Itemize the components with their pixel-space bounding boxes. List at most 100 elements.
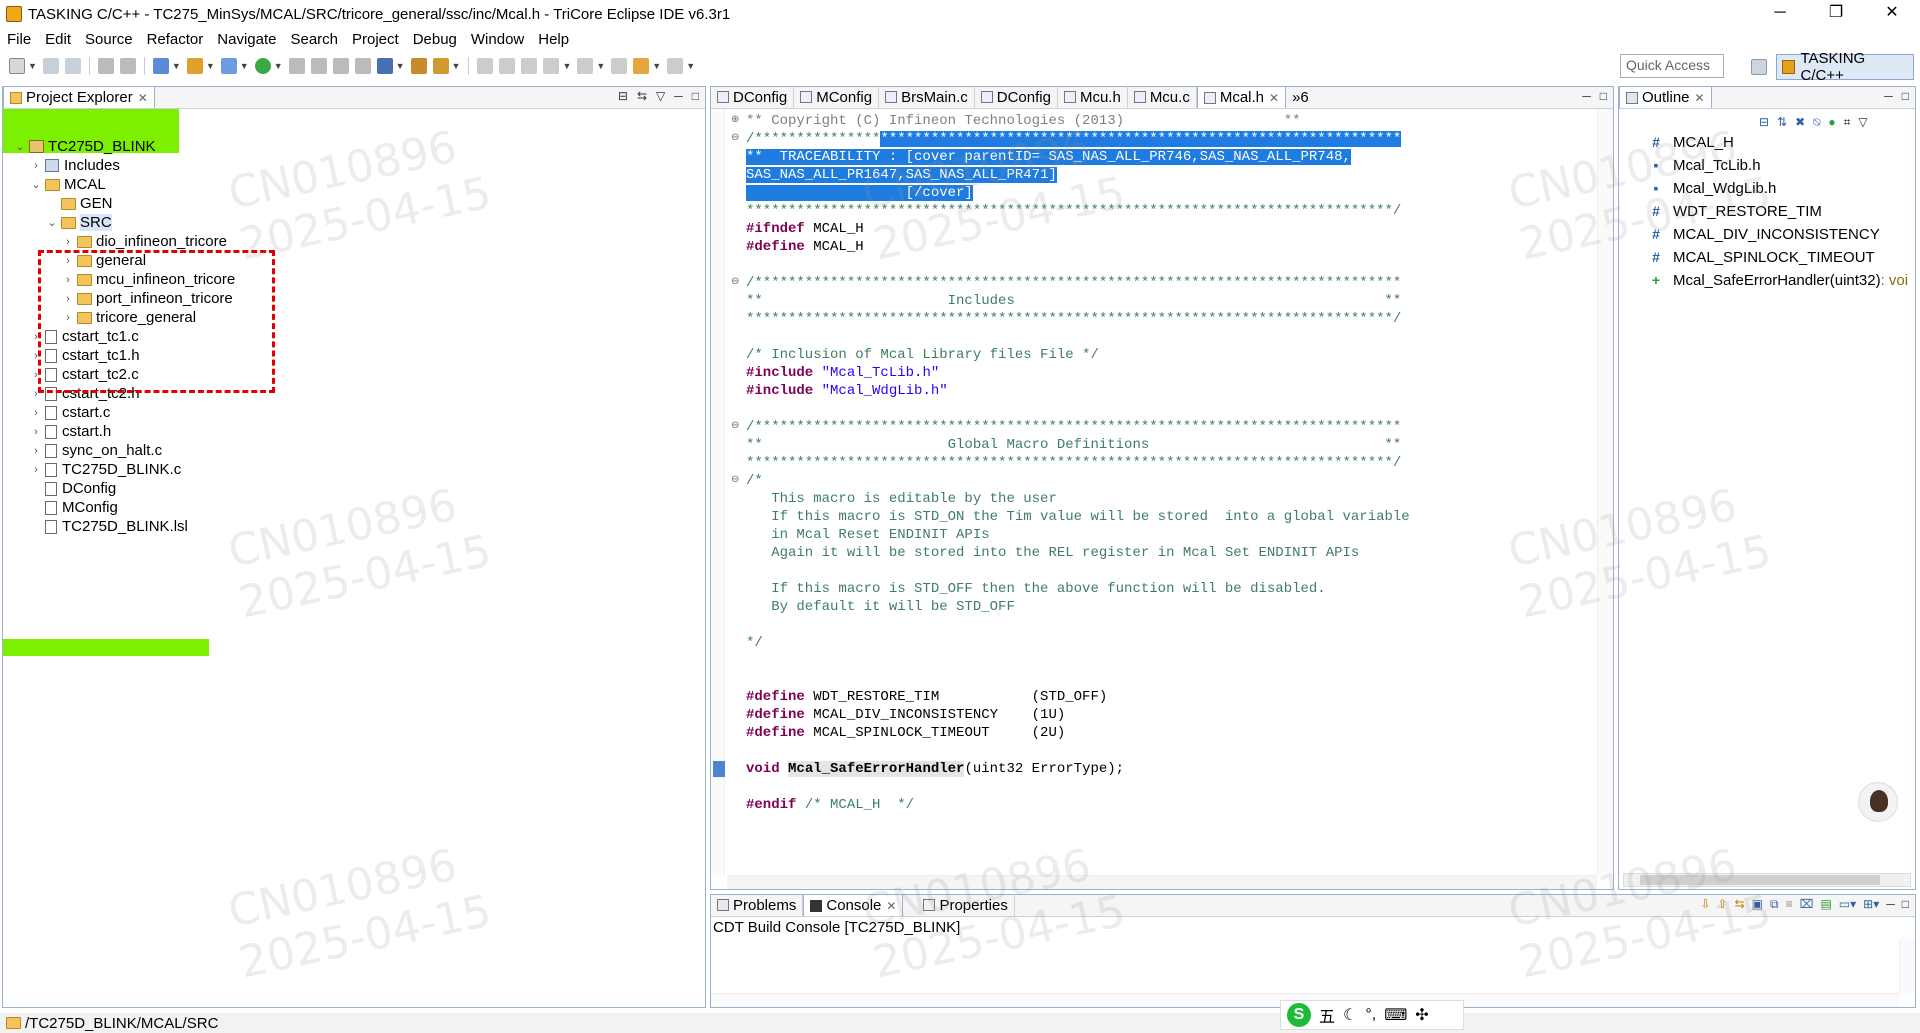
code-line[interactable]: ** Includes ** (746, 292, 1410, 310)
hide-fields-icon[interactable]: ✖ (1795, 115, 1805, 130)
tab-outline[interactable]: Outline ✕ (1619, 86, 1712, 108)
save-icon[interactable] (42, 58, 59, 74)
maximize-view-icon[interactable]: □ (692, 89, 699, 103)
menu-edit[interactable]: Edit (38, 31, 78, 48)
code-line[interactable] (746, 670, 1410, 688)
display-console-icon[interactable]: ▤ (1820, 897, 1831, 912)
outline-item[interactable]: # WDT_RESTORE_TIM (1649, 200, 1822, 222)
code-line[interactable]: #define WDT_RESTORE_TIM (STD_OFF) (746, 688, 1410, 706)
quick-access-field[interactable]: Quick Access (1620, 54, 1724, 78)
ime-toolbar[interactable]: S 五 ☾ °, ⌨ ✣ (1280, 1000, 1464, 1030)
minimize-button[interactable]: ─ (1752, 0, 1808, 28)
code-line[interactable]: */ (746, 634, 1410, 652)
code-line[interactable] (746, 400, 1410, 418)
annotation-icon[interactable] (432, 58, 449, 74)
toggle-mark-icon[interactable] (499, 58, 516, 74)
code-line[interactable] (746, 652, 1410, 670)
collapsed-arrow-icon[interactable]: › (61, 236, 75, 248)
minimize-view-icon[interactable]: ─ (1884, 89, 1893, 103)
code-line[interactable]: By default it will be STD_OFF (746, 598, 1410, 616)
collapsed-arrow-icon[interactable]: › (29, 464, 43, 476)
code-editor[interactable]: ** Copyright (C) Infineon Technologies (… (746, 112, 1410, 814)
collapsed-arrow-icon[interactable]: › (29, 160, 43, 172)
fold-toggle-icon[interactable]: ⊖ (731, 132, 739, 143)
new-file-icon[interactable] (220, 58, 237, 74)
code-line[interactable] (746, 616, 1410, 634)
tree-item[interactable]: › cstart.c (29, 403, 110, 422)
code-line[interactable]: #ifndef MCAL_H (746, 220, 1410, 238)
code-line[interactable]: [/cover] (746, 184, 1410, 202)
collapsed-arrow-icon[interactable]: › (29, 445, 43, 457)
maximize-view-icon[interactable]: □ (1902, 897, 1909, 912)
open-element-icon[interactable] (310, 58, 327, 74)
clear-console-icon[interactable]: ⌧ (1800, 897, 1814, 912)
outline-item[interactable]: + Mcal_SafeErrorHandler(uint32) : voi (1649, 269, 1908, 291)
build-config-icon[interactable] (332, 58, 349, 74)
next-annotation-icon[interactable] (543, 58, 560, 74)
edit-icon[interactable] (477, 58, 494, 74)
fold-toggle-icon[interactable]: ⊕ (731, 114, 739, 125)
menu-help[interactable]: Help (531, 31, 576, 48)
prev-annotation-icon[interactable] (577, 58, 594, 74)
code-line[interactable]: /***************************************… (746, 418, 1410, 436)
sort-icon[interactable]: ⇅ (1777, 115, 1787, 130)
editor-tab[interactable]: DConfig (711, 86, 795, 108)
open-perspective-icon[interactable] (1751, 59, 1767, 75)
horizontal-scrollbar[interactable] (727, 875, 1597, 889)
code-line[interactable]: ****************************************… (746, 310, 1410, 328)
code-line[interactable]: void Mcal_SafeErrorHandler(uint32 ErrorT… (746, 760, 1410, 778)
tree-item[interactable]: DConfig (29, 479, 116, 498)
perspective-button[interactable]: TASKING C/C++ (1776, 50, 1914, 84)
open-console-icon[interactable]: ▭▾ (1839, 897, 1856, 912)
back-icon[interactable] (633, 58, 650, 74)
code-line[interactable]: #define MCAL_H (746, 238, 1410, 256)
search-icon[interactable] (410, 58, 427, 74)
menu-debug[interactable]: Debug (406, 31, 464, 48)
code-line[interactable]: This macro is editable by the user (746, 490, 1410, 508)
code-line[interactable]: ****************************************… (746, 202, 1410, 220)
collapse-all-icon[interactable]: ⊟ (618, 89, 628, 103)
fold-toggle-icon[interactable]: ⊖ (731, 276, 739, 287)
new-icon[interactable] (9, 58, 25, 74)
more-tabs-button[interactable]: »6 (1286, 86, 1315, 108)
menu-navigate[interactable]: Navigate (210, 31, 283, 48)
new-project-icon[interactable] (152, 58, 169, 74)
maximize-editor-icon[interactable]: □ (1600, 89, 1607, 103)
collapsed-arrow-icon[interactable]: › (29, 407, 43, 419)
hide-nonpublic-icon[interactable]: ● (1828, 115, 1835, 130)
outline-item[interactable]: # MCAL_DIV_INCONSISTENCY (1649, 223, 1880, 245)
editor-tab[interactable]: Mcu.c (1128, 86, 1197, 108)
tree-item[interactable]: ⌄ MCAL (29, 175, 105, 194)
menu-window[interactable]: Window (464, 31, 531, 48)
outline-item[interactable]: # MCAL_H (1649, 131, 1734, 153)
code-line[interactable] (746, 328, 1410, 346)
outline-item[interactable]: # MCAL_SPINLOCK_TIMEOUT (1649, 246, 1875, 268)
ime-mode[interactable]: 五 (1319, 1003, 1335, 1027)
next-error-icon[interactable]: ⇩ (1700, 897, 1710, 912)
outline-item[interactable]: ▪ Mcal_WdgLib.h (1649, 177, 1777, 199)
scroll-thumb[interactable] (1640, 875, 1880, 885)
code-line[interactable] (746, 742, 1410, 760)
tree-item[interactable]: › TC275D_BLINK.c (29, 460, 181, 479)
maximize-view-icon[interactable]: □ (1902, 89, 1909, 103)
collapse-all-icon[interactable]: ⊟ (1759, 115, 1769, 130)
outline-item[interactable]: ▪ Mcal_TcLib.h (1649, 154, 1761, 176)
punctuation-icon[interactable]: °, (1365, 1006, 1376, 1024)
code-line[interactable]: SAS_NAS_ALL_PR1647,SAS_NAS_ALL_PR471] (746, 166, 1410, 184)
outline-horizontal-scrollbar[interactable] (1623, 873, 1911, 887)
code-line[interactable]: /* (746, 472, 1410, 490)
build-icon[interactable] (119, 58, 136, 74)
tree-item[interactable]: MConfig (29, 498, 118, 517)
minimize-editor-icon[interactable]: ─ (1582, 89, 1591, 103)
editor-tab[interactable]: MConfig (794, 86, 880, 108)
moon-icon[interactable]: ☾ (1343, 1005, 1357, 1025)
fold-toggle-icon[interactable]: ⊖ (731, 420, 739, 431)
toolbox-icon[interactable]: ✣ (1415, 1005, 1428, 1025)
code-line[interactable] (746, 562, 1410, 580)
code-line[interactable]: in Mcal Reset ENDINIT APIs (746, 526, 1410, 544)
target-icon[interactable] (354, 58, 371, 74)
menu-search[interactable]: Search (283, 31, 345, 48)
new-console-icon[interactable]: ⊞▾ (1863, 897, 1879, 912)
hide-macros-icon[interactable]: ⌗ (1844, 115, 1851, 130)
code-line[interactable]: /* Inclusion of Mcal Library files File … (746, 346, 1410, 364)
